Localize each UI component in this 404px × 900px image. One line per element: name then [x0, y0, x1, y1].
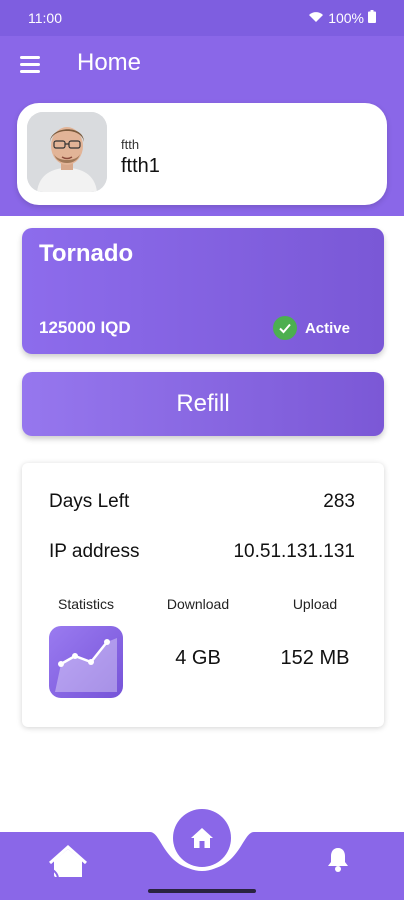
- info-card: Days Left 283 IP address 10.51.131.131 S…: [22, 463, 384, 727]
- chart-icon[interactable]: [49, 626, 123, 698]
- download-label: Download: [166, 596, 230, 612]
- profile-username: ftth: [121, 137, 140, 152]
- bell-icon[interactable]: [324, 845, 352, 873]
- avatar: [27, 112, 107, 192]
- refill-button[interactable]: Refill: [22, 372, 384, 436]
- download-value: 4 GB: [175, 647, 221, 669]
- status-time: 11:00: [28, 10, 62, 26]
- gesture-bar: [148, 889, 256, 893]
- app-bar: Home: [0, 36, 404, 94]
- home-wifi-icon[interactable]: [46, 843, 90, 880]
- menu-icon[interactable]: [20, 56, 40, 73]
- profile-card[interactable]: ftth ftth1: [17, 103, 387, 205]
- status-text: Active: [304, 319, 350, 337]
- plan-card: Tornado 125000 IQD Active: [22, 228, 384, 354]
- status-bar: 11:00 100%: [0, 0, 404, 36]
- upload-label: Upload: [292, 596, 338, 612]
- ip-address-label: IP address: [49, 541, 140, 562]
- status-icons: 100%: [308, 10, 376, 26]
- statistics-label: Statistics: [57, 596, 114, 612]
- plan-name: Tornado: [39, 240, 134, 267]
- profile-name: ftth1: [121, 155, 160, 177]
- ip-address-value: 10.51.131.131: [233, 541, 355, 562]
- battery-icon: [368, 10, 376, 26]
- battery-percent: 100%: [328, 10, 364, 26]
- check-icon: [272, 316, 297, 340]
- days-left-value: 283: [323, 491, 355, 512]
- days-left-label: Days Left: [49, 491, 130, 512]
- page-title: Home: [77, 49, 142, 76]
- plan-price: 125000 IQD: [39, 318, 131, 337]
- home-icon[interactable]: [173, 809, 231, 867]
- status-badge: Active: [272, 316, 350, 340]
- upload-value: 152 MB: [280, 647, 350, 669]
- wifi-icon: [308, 10, 324, 26]
